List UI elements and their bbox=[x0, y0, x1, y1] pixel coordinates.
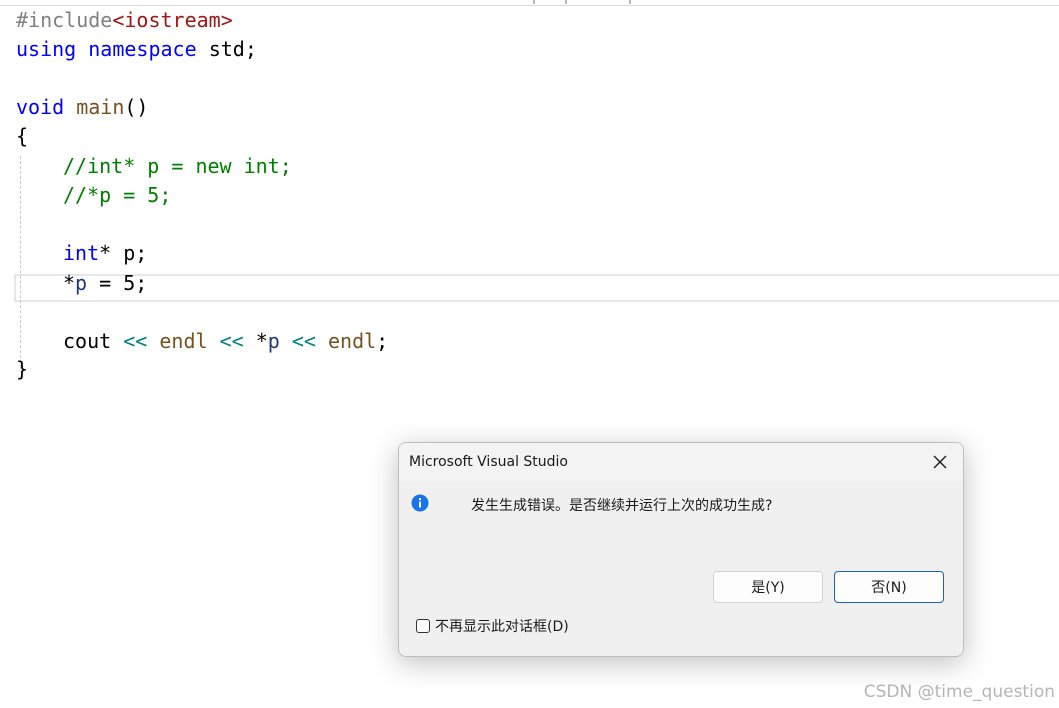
current-line-highlight bbox=[14, 274, 1059, 302]
punctuation: ; bbox=[244, 37, 257, 61]
code-line-2: using namespace std; bbox=[16, 35, 257, 64]
stream-operator: << bbox=[291, 329, 316, 353]
info-icon bbox=[411, 494, 429, 512]
open-brace: { bbox=[16, 124, 29, 148]
preprocessor-directive: #include bbox=[16, 8, 113, 32]
assignment: = 5; bbox=[87, 271, 148, 295]
code-line-9: int* p; bbox=[63, 239, 147, 268]
comment: //int* p = new int; bbox=[63, 154, 292, 178]
identifier: endl bbox=[159, 329, 208, 353]
watermark: CSDN @time_question bbox=[863, 682, 1055, 702]
indent-guide bbox=[20, 156, 21, 368]
dialog-message: 发生生成错误。是否继续并运行上次的成功生成? bbox=[471, 498, 773, 514]
no-button[interactable]: 否(N) bbox=[834, 571, 944, 603]
dialog-titlebar[interactable]: Microsoft Visual Studio bbox=[399, 443, 963, 481]
dont-show-again-row[interactable]: 不再显示此对话框(D) bbox=[416, 616, 569, 636]
include-header: <iostream> bbox=[112, 8, 233, 32]
code-line-7: //*p = 5; bbox=[63, 181, 171, 210]
toolbar-mark bbox=[565, 0, 567, 4]
variable: p bbox=[75, 271, 88, 295]
keyword: namespace bbox=[88, 37, 197, 61]
dont-show-again-checkbox[interactable] bbox=[416, 619, 430, 633]
code-line-6: //int* p = new int; bbox=[63, 152, 292, 181]
code-line-5: { bbox=[16, 122, 28, 151]
stream-operator: << bbox=[219, 329, 244, 353]
dereference-operator: * bbox=[63, 271, 76, 295]
close-brace: } bbox=[16, 357, 29, 381]
punctuation: ; bbox=[376, 329, 389, 353]
dont-show-again-label[interactable]: 不再显示此对话框(D) bbox=[435, 616, 569, 636]
error-dialog: Microsoft Visual Studio 发生生成错误。是否继续并运行上次… bbox=[398, 442, 964, 657]
keyword: void bbox=[16, 95, 65, 119]
toolbar-mark bbox=[533, 0, 535, 4]
keyword: int bbox=[63, 241, 100, 265]
code-line-10: *p = 5; bbox=[63, 269, 147, 298]
code-line-4: void main() bbox=[16, 93, 148, 122]
stream-operator: << bbox=[123, 329, 148, 353]
variable: p bbox=[267, 329, 280, 353]
toolbar-mark bbox=[629, 0, 631, 4]
punctuation: () bbox=[124, 95, 149, 119]
code-line-12: cout << endl << *p << endl; bbox=[63, 327, 388, 356]
code-line-13: } bbox=[16, 355, 28, 384]
yes-button[interactable]: 是(Y) bbox=[713, 571, 823, 603]
keyword: using bbox=[16, 37, 77, 61]
identifier: cout bbox=[63, 329, 112, 353]
identifier: endl bbox=[328, 329, 377, 353]
code-line-1: #include<iostream> bbox=[16, 6, 233, 35]
declaration: * p; bbox=[99, 241, 148, 265]
code-editor[interactable]: #include<iostream> using namespace std; … bbox=[0, 6, 1059, 416]
close-icon bbox=[933, 455, 947, 469]
dereference-operator: * bbox=[255, 329, 268, 353]
comment: //*p = 5; bbox=[63, 183, 172, 207]
function-name: main bbox=[76, 95, 125, 119]
dialog-title: Microsoft Visual Studio bbox=[409, 454, 568, 470]
close-button[interactable] bbox=[925, 447, 955, 477]
namespace-name: std bbox=[208, 37, 245, 61]
